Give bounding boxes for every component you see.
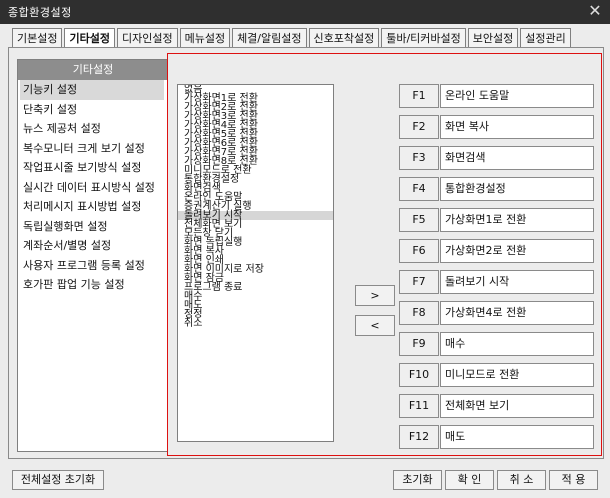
f5-button[interactable]: F5 <box>399 208 439 232</box>
function-key-panel: 없음 가상화면1로 전환 가상화면2로 전환 가상화면3로 전환 가상화면4로 … <box>167 53 602 456</box>
tab-security-settings[interactable]: 보안설정 <box>467 28 519 48</box>
f1-button[interactable]: F1 <box>399 84 439 108</box>
tab-signal-settings[interactable]: 신호포착설정 <box>308 28 380 48</box>
f11-value: 전체화면 보기 <box>440 394 594 418</box>
ok-button[interactable]: 확 인 <box>445 470 494 490</box>
tab-design-settings[interactable]: 디자인설정 <box>116 28 178 48</box>
sidebar-item-multi-monitor[interactable]: 복수모니터 크게 보기 설정 <box>18 139 168 159</box>
sidebar-item-taskbar[interactable]: 작업표시줄 보기방식 설정 <box>18 158 168 178</box>
reset-button[interactable]: 초기화 <box>393 470 442 490</box>
f8-button[interactable]: F8 <box>399 301 439 325</box>
f11-button[interactable]: F11 <box>399 394 439 418</box>
sidebar-header: 기타설정 <box>18 60 168 80</box>
f9-value: 매수 <box>440 332 594 356</box>
f2-value: 화면 복사 <box>440 115 594 139</box>
f8-value: 가상화면4로 전환 <box>440 301 594 325</box>
tab-menu-settings[interactable]: 메뉴설정 <box>179 28 231 48</box>
f2-button[interactable]: F2 <box>399 115 439 139</box>
function-list[interactable]: 없음 가상화면1로 전환 가상화면2로 전환 가상화면3로 전환 가상화면4로 … <box>177 84 334 442</box>
sidebar-item-account-order[interactable]: 계좌순서/별명 설정 <box>18 236 168 256</box>
sidebar-item-standalone-screen[interactable]: 독립실행화면 설정 <box>18 217 168 237</box>
f1-value: 온라인 도움말 <box>440 84 594 108</box>
window-title: 종합환경설정 <box>8 6 72 19</box>
tab-settings-management[interactable]: 설정관리 <box>520 28 571 48</box>
sidebar-item-realtime-data[interactable]: 실시간 데이터 표시방식 설정 <box>18 178 168 198</box>
sidebar-item-user-program[interactable]: 사용자 프로그램 등록 설정 <box>18 256 168 276</box>
f10-value: 미니모드로 전환 <box>440 363 594 387</box>
sidebar-item-function-key[interactable]: 기능키 설정 <box>20 80 164 100</box>
settings-panel: 기타설정 기능키 설정 단축키 설정 뉴스 제공처 설정 복수모니터 크게 보기… <box>8 47 604 459</box>
f7-value: 돌려보기 시작 <box>440 270 594 294</box>
tab-basic-settings[interactable]: 기본설정 <box>12 28 63 48</box>
f3-value: 화면검색 <box>440 146 594 170</box>
list-item[interactable]: 취소 <box>178 319 333 329</box>
add-arrow-button[interactable]: > <box>355 285 395 306</box>
close-icon[interactable]: ✕ <box>586 2 604 20</box>
sidebar: 기타설정 기능키 설정 단축키 설정 뉴스 제공처 설정 복수모니터 크게 보기… <box>17 59 169 452</box>
title-bar: 종합환경설정 ✕ <box>0 0 610 24</box>
f10-button[interactable]: F10 <box>399 363 439 387</box>
tab-execution-alert-settings[interactable]: 체결/알림설정 <box>232 28 307 48</box>
apply-button[interactable]: 적 용 <box>549 470 598 490</box>
tab-other-settings[interactable]: 기타설정 <box>64 28 115 49</box>
sidebar-item-news-provider[interactable]: 뉴스 제공처 설정 <box>18 119 168 139</box>
f3-button[interactable]: F3 <box>399 146 439 170</box>
f4-value: 통합환경설정 <box>440 177 594 201</box>
tab-bar: 기본설정 기타설정 디자인설정 메뉴설정 체결/알림설정 신호포착설정 툴바/티… <box>12 28 573 49</box>
tab-toolbar-settings[interactable]: 툴바/티커바설정 <box>381 28 466 48</box>
sidebar-item-shortcut[interactable]: 단축키 설정 <box>18 100 168 120</box>
cancel-button[interactable]: 취 소 <box>497 470 546 490</box>
f12-value: 매도 <box>440 425 594 449</box>
f7-button[interactable]: F7 <box>399 270 439 294</box>
f6-value: 가상화면2로 전환 <box>440 239 594 263</box>
f12-button[interactable]: F12 <box>399 425 439 449</box>
f9-button[interactable]: F9 <box>399 332 439 356</box>
f5-value: 가상화면1로 전환 <box>440 208 594 232</box>
sidebar-item-message-display[interactable]: 처리메시지 표시방법 설정 <box>18 197 168 217</box>
f6-button[interactable]: F6 <box>399 239 439 263</box>
reset-all-button[interactable]: 전체설정 초기화 <box>12 470 104 490</box>
f4-button[interactable]: F4 <box>399 177 439 201</box>
sidebar-item-quote-popup[interactable]: 호가판 팝업 기능 설정 <box>18 275 168 295</box>
remove-arrow-button[interactable]: < <box>355 315 395 336</box>
